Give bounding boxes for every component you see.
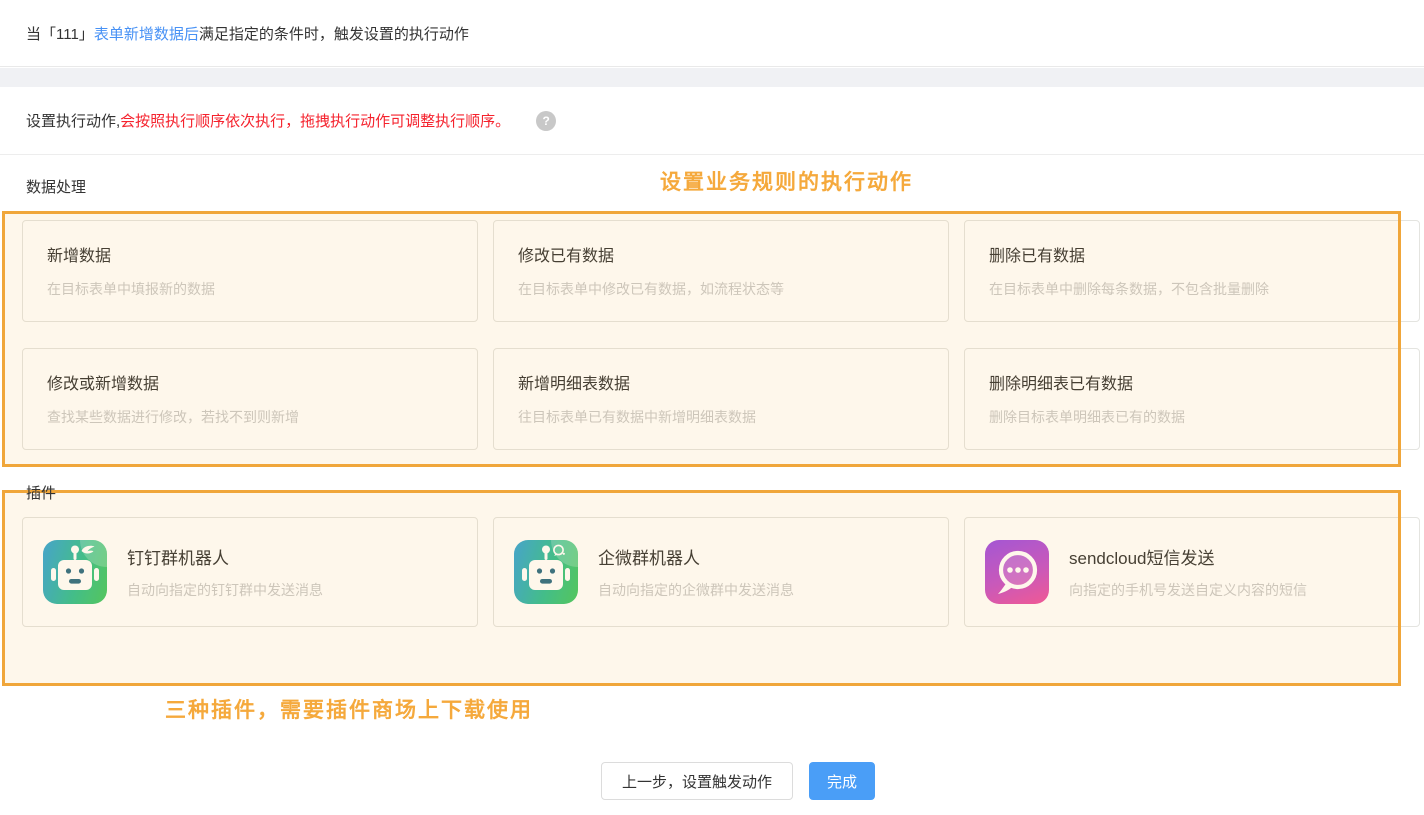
plugin-desc: 向指定的手机号发送自定义内容的短信: [1069, 580, 1307, 600]
card-sendcloud-sms[interactable]: sendcloud短信发送 向指定的手机号发送自定义内容的短信: [964, 517, 1420, 627]
action-header-row: 设置执行动作, 会按照执行顺序依次执行，拖拽执行动作可调整执行顺序。 ?: [0, 87, 1424, 155]
trigger-suffix: 满足指定的条件时，触发设置的执行动作: [199, 23, 469, 44]
card-delete-data[interactable]: 删除已有数据 在目标表单中删除每条数据，不包含批量删除: [964, 220, 1420, 322]
card-title: 修改或新增数据: [47, 370, 453, 394]
plugin-desc: 自动向指定的钉钉群中发送消息: [127, 580, 323, 600]
card-title: 修改已有数据: [518, 242, 924, 266]
card-desc: 在目标表单中填报新的数据: [47, 279, 453, 299]
data-section-annotation: 设置业务规则的执行动作: [660, 166, 913, 196]
card-add-subform-data[interactable]: 新增明细表数据 往目标表单已有数据中新增明细表数据: [493, 348, 949, 450]
wecom-robot-icon: [514, 540, 578, 604]
card-desc: 查找某些数据进行修改，若找不到则新增: [47, 407, 453, 427]
card-title: 删除已有数据: [989, 242, 1395, 266]
previous-step-button[interactable]: 上一步，设置触发动作: [601, 762, 793, 800]
plugin-section-label: 插件: [26, 482, 56, 503]
plugin-title: sendcloud短信发送: [1069, 544, 1307, 569]
card-title: 删除明细表已有数据: [989, 370, 1395, 394]
trigger-description-bar: 当「111」表单新增数据后满足指定的条件时，触发设置的执行动作: [0, 0, 1424, 67]
done-button[interactable]: 完成: [809, 762, 875, 800]
sendcloud-sms-icon: [985, 540, 1049, 604]
card-add-data[interactable]: 新增数据 在目标表单中填报新的数据: [22, 220, 478, 322]
trigger-prefix: 当「111」: [26, 23, 94, 44]
card-title: 新增明细表数据: [518, 370, 924, 394]
data-action-grid: 新增数据 在目标表单中填报新的数据 修改已有数据 在目标表单中修改已有数据，如流…: [22, 220, 1420, 450]
section-divider-band: [0, 68, 1424, 87]
plugin-section-annotation: 三种插件，需要插件商场上下载使用: [165, 694, 533, 724]
form-name-link[interactable]: 表单新增数据后: [94, 23, 199, 44]
card-modify-data[interactable]: 修改已有数据 在目标表单中修改已有数据，如流程状态等: [493, 220, 949, 322]
card-desc: 在目标表单中删除每条数据，不包含批量删除: [989, 279, 1395, 299]
dingtalk-robot-icon: [43, 540, 107, 604]
card-desc: 在目标表单中修改已有数据，如流程状态等: [518, 279, 924, 299]
footer-actions: 上一步，设置触发动作 完成: [601, 762, 875, 800]
plugin-grid: 钉钉群机器人 自动向指定的钉钉群中发送消息: [22, 517, 1420, 627]
card-desc: 往目标表单已有数据中新增明细表数据: [518, 407, 924, 427]
plugin-title: 钉钉群机器人: [127, 544, 323, 569]
card-desc: 删除目标表单明细表已有的数据: [989, 407, 1395, 427]
plugin-title: 企微群机器人: [598, 544, 794, 569]
card-wecom-robot[interactable]: 企微群机器人 自动向指定的企微群中发送消息: [493, 517, 949, 627]
action-header-label: 设置执行动作,: [26, 110, 120, 131]
plugin-desc: 自动向指定的企微群中发送消息: [598, 580, 794, 600]
card-title: 新增数据: [47, 242, 453, 266]
card-modify-or-add-data[interactable]: 修改或新增数据 查找某些数据进行修改，若找不到则新增: [22, 348, 478, 450]
data-section-label: 数据处理: [26, 176, 86, 197]
help-icon[interactable]: ?: [536, 111, 556, 131]
action-order-warning: 会按照执行顺序依次执行，拖拽执行动作可调整执行顺序。: [120, 110, 510, 131]
card-delete-subform-data[interactable]: 删除明细表已有数据 删除目标表单明细表已有的数据: [964, 348, 1420, 450]
card-dingtalk-robot[interactable]: 钉钉群机器人 自动向指定的钉钉群中发送消息: [22, 517, 478, 627]
